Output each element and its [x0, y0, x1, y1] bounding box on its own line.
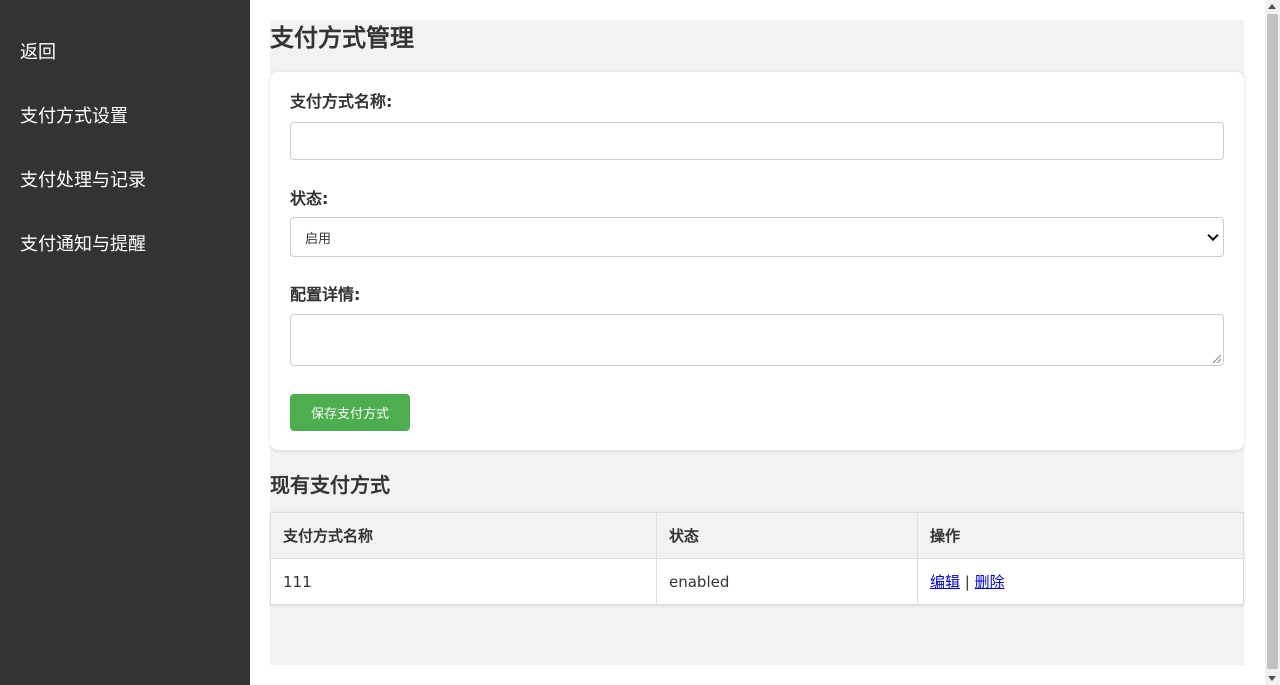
chevron-down-icon — [1207, 229, 1219, 242]
cell-name: 111 — [270, 558, 657, 605]
sidebar-item-payment-settings[interactable]: 支付方式设置 — [20, 105, 128, 129]
delete-link[interactable]: 删除 — [975, 573, 1005, 591]
cell-actions: 编辑 | 删除 — [917, 558, 1244, 605]
vertical-scrollbar[interactable] — [1265, 0, 1280, 685]
table-header-row: 支付方式名称 状态 操作 — [270, 512, 1244, 559]
status-select[interactable]: 启用 — [290, 217, 1224, 257]
edit-link[interactable]: 编辑 — [930, 573, 960, 591]
save-payment-method-button[interactable]: 保存支付方式 — [290, 394, 410, 431]
action-separator: | — [964, 573, 970, 591]
header-status: 状态 — [656, 512, 918, 559]
config-label: 配置详情: — [290, 285, 361, 304]
name-label: 支付方式名称: — [290, 92, 393, 111]
payment-method-form: 支付方式名称: 状态: 启用 配置详情: 保存支付方式 — [270, 72, 1244, 450]
payment-methods-table: 支付方式名称 状态 操作 111 enabled 编辑 | 删除 — [270, 512, 1244, 605]
status-selected-value: 启用 — [305, 231, 332, 247]
sidebar-item-payment-notifications[interactable]: 支付通知与提醒 — [20, 233, 146, 257]
main-content: 支付方式管理 支付方式名称: 状态: 启用 配置详情: 保存支付方式 现有支付方… — [270, 20, 1244, 665]
config-textarea[interactable] — [290, 314, 1224, 366]
scroll-down-icon[interactable] — [1268, 676, 1276, 681]
sidebar-item-back[interactable]: 返回 — [20, 41, 56, 65]
header-name: 支付方式名称 — [270, 512, 657, 559]
resize-handle-icon[interactable] — [1213, 355, 1221, 363]
payment-name-input[interactable] — [290, 122, 1224, 160]
table-row: 111 enabled 编辑 | 删除 — [270, 558, 1244, 605]
cell-status: enabled — [656, 558, 918, 605]
header-actions: 操作 — [917, 512, 1244, 559]
existing-methods-title: 现有支付方式 — [270, 473, 390, 497]
status-label: 状态: — [290, 189, 329, 208]
sidebar: 返回 支付方式设置 支付处理与记录 支付通知与提醒 — [0, 0, 250, 685]
scroll-thumb[interactable] — [1267, 14, 1278, 669]
page-title: 支付方式管理 — [270, 24, 414, 52]
sidebar-item-payment-records[interactable]: 支付处理与记录 — [20, 169, 146, 193]
scroll-up-icon[interactable] — [1268, 4, 1276, 9]
